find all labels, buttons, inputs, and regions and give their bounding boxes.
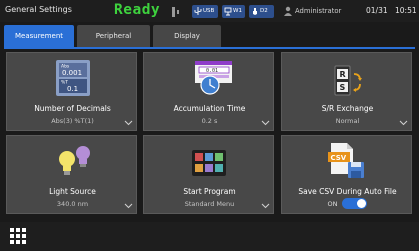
accumulation-time-value: 0.2 s	[201, 117, 218, 125]
drive-indicator: D2	[249, 5, 274, 18]
drive-label: D2	[260, 8, 268, 14]
light-source-label: Light Source	[49, 187, 96, 196]
save-csv-tile[interactable]: CSV Save CSV During Auto File ON	[281, 135, 412, 214]
usb-indicator: USB	[192, 5, 218, 18]
drive-icon	[253, 8, 257, 15]
number-of-decimals-value: Abs(3) %T(1)	[51, 117, 94, 125]
save-csv-toggle-row: ON	[282, 198, 413, 209]
tab-measurement[interactable]: Measurement	[4, 25, 74, 47]
csv-icon-text: CSV	[331, 154, 347, 162]
network-label: W1	[233, 8, 242, 14]
chevron-down-icon	[399, 120, 408, 126]
decimals-icon: Abs 0.001 %T 0.1	[56, 60, 90, 96]
accumulation-time-icon: 0.01	[195, 61, 232, 95]
usb-label: USB	[203, 8, 215, 14]
network-indicator: W1	[222, 5, 245, 18]
bottom-bar	[0, 222, 419, 251]
tab-display[interactable]: Display	[153, 25, 221, 47]
tab-underline	[4, 47, 415, 49]
csv-save-icon: CSV	[328, 143, 364, 178]
sr-icon-s: S	[340, 83, 346, 92]
sr-exchange-label: S/R Exchange	[321, 104, 374, 113]
number-of-decimals-label: Number of Decimals	[34, 104, 111, 113]
decimals-icon-abs-value: 0.001	[62, 69, 82, 77]
accumulation-time-tile[interactable]: 0.01 Accumulation Time 0.2 s	[143, 52, 274, 131]
light-bulbs-icon	[59, 146, 90, 175]
save-csv-toggle-state: ON	[327, 199, 338, 208]
screen-title: General Settings	[5, 5, 72, 14]
chevron-down-icon	[261, 203, 270, 209]
save-csv-toggle[interactable]	[342, 198, 368, 209]
program-grid-icon	[192, 150, 226, 176]
tab-peripheral[interactable]: Peripheral	[77, 25, 150, 47]
instrument-status-icon	[172, 7, 179, 17]
accumulation-icon-readout: 0.01	[206, 68, 218, 74]
start-program-tile[interactable]: Start Program Standard Menu	[143, 135, 274, 214]
chevron-down-icon	[124, 120, 133, 126]
decimals-icon-t-value: 0.1	[67, 85, 78, 93]
light-source-value: 340.0 nm	[56, 200, 89, 208]
start-program-value: Standard Menu	[184, 200, 235, 208]
accumulation-time-label: Accumulation Time	[173, 104, 246, 113]
number-of-decimals-tile[interactable]: Abs 0.001 %T 0.1 Number of Decimals Abs(…	[6, 52, 137, 131]
chevron-down-icon	[124, 203, 133, 209]
sr-exchange-icon: R S	[334, 65, 362, 96]
app-menu-grid-icon[interactable]	[9, 227, 27, 245]
instrument-status: Ready	[114, 2, 161, 18]
save-csv-label: Save CSV During Auto File	[298, 187, 397, 196]
toggle-knob	[357, 199, 367, 208]
sr-exchange-value: Normal	[335, 117, 360, 125]
user-icon	[284, 6, 292, 16]
light-source-tile[interactable]: Light Source 340.0 nm	[6, 135, 137, 214]
sr-icon-r: R	[340, 70, 346, 79]
network-icon	[224, 7, 232, 16]
current-user[interactable]: Administrator	[295, 7, 341, 15]
date: 01/31	[366, 6, 388, 15]
clock: 01/31 10:51	[366, 6, 417, 15]
start-program-label: Start Program	[183, 187, 236, 196]
chevron-down-icon	[261, 120, 270, 126]
usb-icon	[194, 7, 202, 15]
time: 10:51	[395, 6, 417, 15]
sr-exchange-tile[interactable]: R S S/R Exchange Normal	[281, 52, 412, 131]
